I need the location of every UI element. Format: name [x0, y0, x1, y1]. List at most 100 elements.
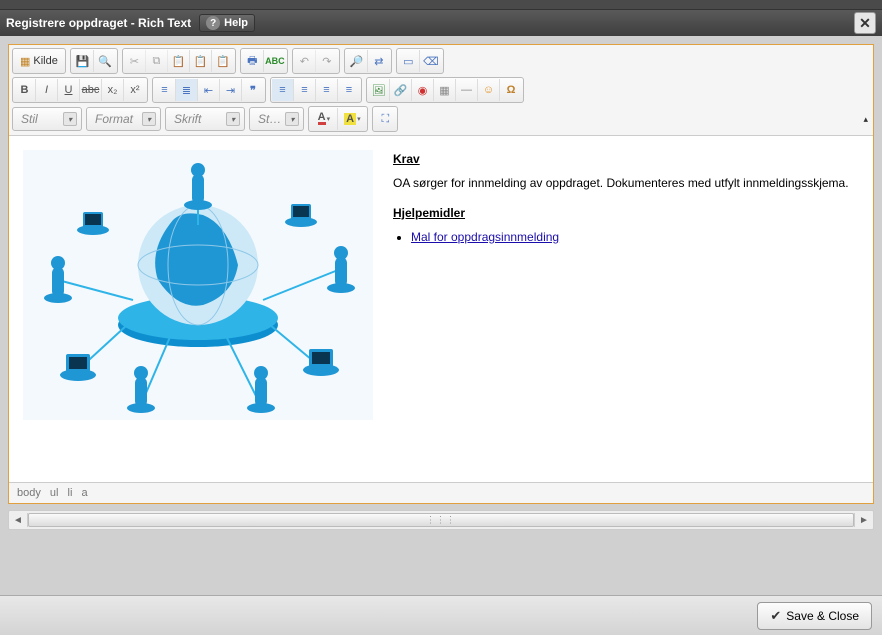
path-li[interactable]: li	[68, 487, 73, 499]
content-image[interactable]	[23, 150, 373, 420]
align-center-button[interactable]: ≡	[294, 79, 316, 101]
align-left-button[interactable]: ≡	[272, 79, 294, 101]
maximize-button[interactable]: ⛶	[374, 108, 396, 130]
replace-button[interactable]: ⇄	[368, 50, 390, 72]
numbered-list-button[interactable]: ≡	[154, 79, 176, 101]
italic-icon: I	[45, 84, 48, 96]
bullet-list-button[interactable]: ≣	[176, 79, 198, 101]
template-link[interactable]: Mal for oppdragsinnmelding	[411, 230, 559, 244]
text-column: Krav OA sørger for innmelding av oppdrag…	[393, 150, 859, 420]
strike-button[interactable]: abc	[80, 79, 102, 101]
source-button[interactable]: ▦ Kilde	[14, 50, 64, 72]
partial-top-bar	[0, 0, 882, 10]
indent-button[interactable]: ⇥	[220, 79, 242, 101]
spellcheck-icon: ABC	[265, 56, 285, 66]
specialchar-button[interactable]: Ω	[500, 79, 522, 101]
image-button[interactable]: 🖼	[368, 79, 390, 101]
blockquote-button[interactable]: ❞	[242, 79, 264, 101]
hr-icon: ―	[461, 84, 472, 96]
cut-button[interactable]: ✂	[124, 50, 146, 72]
bullet-list-icon: ≣	[182, 84, 191, 97]
print-icon: 🖶	[247, 52, 257, 71]
preview-button[interactable]: 🔍	[94, 50, 116, 72]
align-justify-button[interactable]: ≡	[338, 79, 360, 101]
collapse-toolbar-button[interactable]: ▴	[861, 112, 870, 127]
underline-button[interactable]: U	[58, 79, 80, 101]
align-left-icon: ≡	[279, 84, 285, 96]
body-area: ▦ Kilde 💾 🔍 ✂ ⧉ 📋 📋 📋 🖶 ABC	[0, 36, 882, 595]
link-button[interactable]: 🔗	[390, 79, 412, 101]
outdent-button[interactable]: ⇤	[198, 79, 220, 101]
scroll-right-arrow[interactable]: ►	[855, 515, 873, 526]
bg-color-button[interactable]: A▾	[338, 108, 366, 130]
outdent-icon: ⇤	[204, 84, 213, 97]
spellcheck-button[interactable]: ABC	[264, 50, 286, 72]
paste-word-icon: 📋	[216, 55, 230, 68]
save-close-button[interactable]: ✔ Save & Close	[757, 602, 872, 630]
save-button[interactable]: 💾	[72, 50, 94, 72]
source-label: Kilde	[33, 55, 57, 67]
indent-icon: ⇥	[226, 84, 235, 97]
subscript-button[interactable]: x₂	[102, 79, 124, 101]
paste-button[interactable]: 📋	[168, 50, 190, 72]
text-color-button[interactable]: A▾	[310, 108, 338, 130]
superscript-button[interactable]: x²	[124, 79, 146, 101]
replace-icon: ⇄	[374, 55, 383, 68]
tb-group-maximize: ⛶	[372, 106, 398, 132]
save-close-label: Save & Close	[786, 609, 859, 623]
scroll-track[interactable]: ⋮⋮⋮	[27, 513, 855, 527]
editor-content[interactable]: Krav OA sørger for innmelding av oppdrag…	[9, 136, 873, 482]
table-button[interactable]: ▦	[434, 79, 456, 101]
copy-button[interactable]: ⧉	[146, 50, 168, 72]
chevron-down-icon: ▾	[63, 112, 77, 126]
removeformat-button[interactable]: ⌫	[420, 50, 442, 72]
help-label: Help	[224, 17, 248, 29]
close-button[interactable]: ✕	[854, 12, 876, 34]
numbered-list-icon: ≡	[161, 84, 167, 96]
tb-group-doc: 💾 🔍	[70, 48, 118, 74]
flash-button[interactable]: ◉	[412, 79, 434, 101]
help-button[interactable]: ? Help	[199, 14, 255, 32]
specialchar-icon: Ω	[507, 84, 516, 96]
italic-button[interactable]: I	[36, 79, 58, 101]
subscript-icon: x₂	[108, 84, 118, 96]
bg-color-icon: A	[344, 113, 356, 125]
format-dropdown[interactable]: Format ▾	[86, 107, 161, 131]
find-button[interactable]: 🔎	[346, 50, 368, 72]
scroll-left-arrow[interactable]: ◄	[9, 515, 27, 526]
heading-hjelpemidler: Hjelpemidler	[393, 204, 859, 222]
redo-button[interactable]: ↷	[316, 50, 338, 72]
path-body[interactable]: body	[17, 487, 41, 499]
chevron-down-icon: ▾	[285, 112, 299, 126]
style-dropdown-label: Stil	[21, 112, 38, 126]
image-icon: 🖼	[372, 84, 386, 97]
path-ul[interactable]: ul	[50, 487, 59, 499]
paste-text-icon: 📋	[194, 55, 208, 68]
bold-icon: B	[21, 84, 29, 96]
selectall-button[interactable]: ▭	[398, 50, 420, 72]
align-right-button[interactable]: ≡	[316, 79, 338, 101]
bold-button[interactable]: B	[14, 79, 36, 101]
hr-button[interactable]: ―	[456, 79, 478, 101]
removeformat-icon: ⌫	[423, 55, 439, 68]
paste-icon: 📋	[172, 55, 186, 68]
scroll-thumb[interactable]: ⋮⋮⋮	[28, 513, 854, 527]
collapse-icon: ▴	[863, 114, 868, 124]
size-dropdown[interactable]: St… ▾	[249, 107, 304, 131]
strike-icon: abc	[82, 84, 100, 96]
paste-word-button[interactable]: 📋	[212, 50, 234, 72]
paste-text-button[interactable]: 📋	[190, 50, 212, 72]
element-path-bar: body ul li a	[9, 482, 873, 503]
chevron-down-icon: ▾	[226, 112, 240, 126]
smiley-button[interactable]: ☺	[478, 79, 500, 101]
path-a[interactable]: a	[82, 487, 88, 499]
smiley-icon: ☺	[483, 84, 494, 96]
preview-icon: 🔍	[98, 55, 112, 68]
print-button[interactable]: 🖶	[242, 50, 264, 72]
horizontal-scrollbar[interactable]: ◄ ⋮⋮⋮ ►	[8, 510, 874, 530]
style-dropdown[interactable]: Stil ▾	[12, 107, 82, 131]
font-dropdown[interactable]: Skrift ▾	[165, 107, 245, 131]
help-icon: ?	[206, 16, 220, 30]
undo-button[interactable]: ↶	[294, 50, 316, 72]
undo-icon: ↶	[300, 55, 309, 68]
